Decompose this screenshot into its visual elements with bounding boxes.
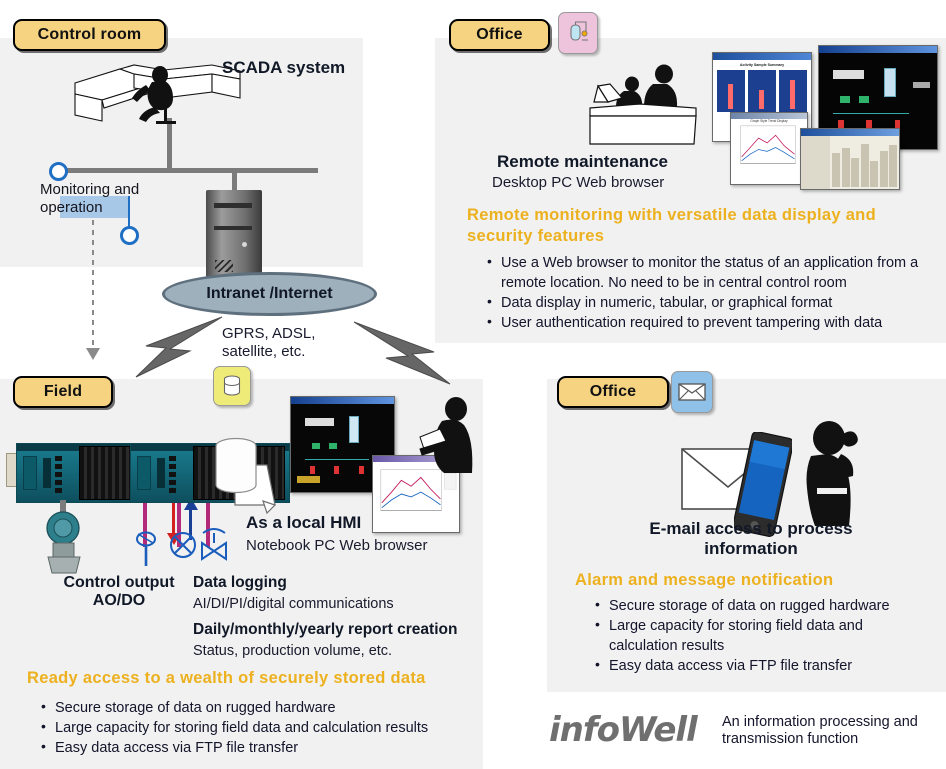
temperature-sensor-icon: [136, 531, 156, 566]
list-item: User authentication required to prevent …: [486, 312, 930, 333]
report-creation-title: Daily/monthly/yearly report creation: [193, 621, 458, 638]
tag-field[interactable]: Field: [13, 376, 113, 408]
selection-handle-top[interactable]: [49, 162, 68, 181]
list-item: Secure storage of data on rugged hardwar…: [594, 595, 934, 616]
lightning-bolt-left: [135, 316, 223, 378]
office-top-bullet-list: Use a Web browser to monitor the status …: [486, 252, 930, 333]
logo-description: An information processing and transmissi…: [722, 714, 937, 749]
flow-meter-icon: [170, 532, 196, 558]
remote-maintenance-title: Remote maintenance: [497, 152, 668, 171]
office-bottom-bullet-list: Secure storage of data on rugged hardwar…: [594, 595, 934, 676]
list-item: Easy data access via FTP file transfer: [40, 737, 470, 758]
data-logging-subtitle: AI/DI/PI/digital communications: [193, 596, 394, 612]
tag-office-top[interactable]: Office: [449, 19, 550, 51]
desktop-pc-subtitle: Desktop PC Web browser: [492, 174, 665, 191]
remote-monitoring-heading: Remote monitoring with versatile data di…: [467, 206, 876, 245]
email-access-title: E-mail access to process information: [606, 519, 896, 558]
person-on-phone-icon: [806, 421, 858, 526]
screenshot-title-1: Activity Sample Summary: [739, 63, 785, 67]
tag-office-bottom[interactable]: Office: [557, 376, 669, 408]
report-creation-subtitle: Status, production volume, etc.: [193, 643, 393, 659]
server-tower-icon: [206, 190, 262, 280]
list-item: Secure storage of data on rugged hardwar…: [40, 697, 470, 718]
selection-handle-bottom[interactable]: [120, 226, 139, 245]
engineer-with-laptop-icon: [419, 397, 473, 473]
scada-system-label: SCADA system: [222, 58, 346, 77]
intranet-internet-cloud: Intranet /Internet: [162, 272, 377, 316]
envelope-icon: [671, 371, 713, 413]
database-cylinder-icon-large: [215, 437, 257, 494]
list-item: Easy data access via FTP file transfer: [594, 655, 934, 676]
link-types-label: GPRS, ADSL, satellite, etc.: [222, 325, 315, 361]
list-item: Data display in numeric, tabular, or gra…: [486, 292, 930, 313]
local-hmi-title: As a local HMI: [246, 513, 362, 532]
control-output-line-2: AO/DO: [92, 592, 146, 610]
list-item: Large capacity for storing field data an…: [594, 615, 934, 656]
email-access-line-2: information: [704, 538, 798, 558]
list-item: Large capacity for storing field data an…: [40, 717, 470, 738]
process-tank-icon: [558, 12, 598, 54]
monitoring-line-2: operation: [40, 198, 103, 216]
logo-desc-line-1: An information processing and: [722, 714, 918, 730]
ready-access-heading: Ready access to a wealth of securely sto…: [27, 669, 426, 687]
logo-desc-line-2: transmission function: [722, 731, 859, 748]
lightning-bolt-right: [353, 321, 451, 385]
infowell-logo: infoWell: [549, 710, 698, 750]
notebook-pc-subtitle: Notebook PC Web browser: [246, 537, 428, 554]
monitoring-line-1: Monitoring and: [40, 181, 140, 198]
pressure-transmitter-icon: [46, 500, 81, 574]
link-types-line-1: GPRS, ADSL,: [222, 325, 316, 342]
field-bullet-list: Secure storage of data on rugged hardwar…: [40, 697, 470, 758]
tag-control-room[interactable]: Control room: [13, 19, 166, 51]
office-desk-with-people-icon: [589, 64, 697, 145]
database-cylinder-icon: [213, 366, 251, 406]
alarm-notification-heading: Alarm and message notification: [575, 571, 834, 589]
data-logging-title: Data logging: [193, 574, 287, 591]
screenshot-table-window: [800, 128, 900, 190]
dashed-flow-arrowhead: [86, 348, 100, 360]
email-access-line-1: E-mail access to process: [649, 519, 853, 538]
control-valve-icon: [201, 528, 227, 561]
screenshot-trend-window: Graph Style Trend Display: [730, 112, 808, 185]
control-output-line-1: Control output: [63, 574, 175, 591]
dashed-flow-arrow: [92, 220, 94, 350]
list-item: Use a Web browser to monitor the status …: [486, 252, 930, 293]
control-output-label: Control output AO/DO: [53, 574, 185, 611]
monitoring-operation-label[interactable]: Monitoring and operation: [40, 181, 139, 216]
network-bus-horizontal: [58, 168, 318, 173]
link-types-line-2: satellite, etc.: [222, 343, 306, 360]
